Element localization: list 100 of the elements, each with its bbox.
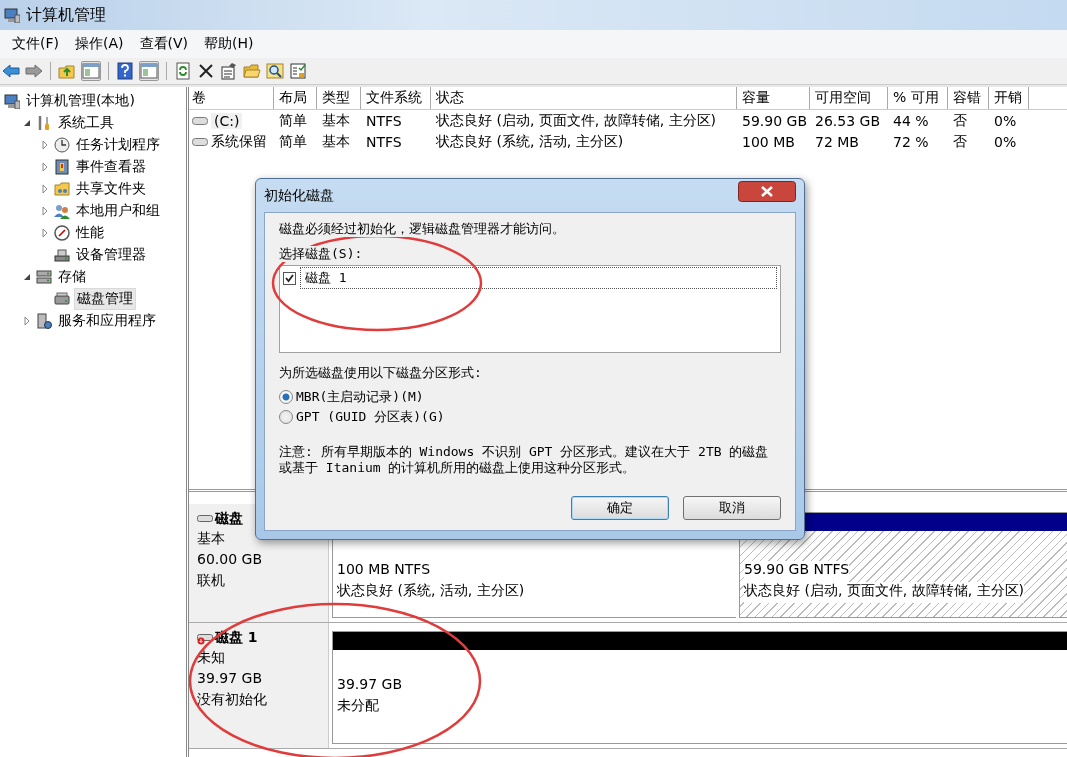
disk-drive-icon [54,291,70,307]
tree-item[interactable]: 性能 [74,223,106,243]
column-header[interactable]: 类型 [317,87,361,109]
close-icon[interactable] [738,181,796,202]
list-item[interactable]: 磁盘 1 [300,267,777,289]
collapsed-triangle-icon[interactable] [40,206,50,216]
collapsed-triangle-icon[interactable] [40,184,50,194]
collapsed-triangle-icon[interactable] [40,162,50,172]
computer-icon [4,7,20,23]
table-cell: (C:) [211,112,243,129]
drive-icon [192,136,208,147]
column-header[interactable]: 文件系统 [361,87,431,109]
gauge-icon [54,225,70,241]
menu-item[interactable]: 操作(A) [67,35,132,53]
column-header[interactable]: 状态 [431,87,737,109]
shared-folder-icon [54,181,70,197]
expanded-triangle-icon[interactable] [22,118,32,128]
drive-icon [192,115,208,126]
disk-type: 基本 [197,530,226,548]
tree-item[interactable]: 服务和应用程序 [56,311,158,331]
radio-button[interactable] [279,390,293,404]
table-cell-text: 44 % [892,112,930,129]
open-folder-icon[interactable] [243,62,261,80]
clock-icon [54,137,70,153]
table-cell-text: 0% [993,112,1018,129]
computer-icon [4,93,20,109]
pane-icon[interactable] [81,61,101,81]
tree-item[interactable]: 系统工具 [56,113,116,133]
column-header[interactable]: % 可用 [888,87,948,109]
table-cell-text: 状态良好 (启动, 页面文件, 故障转储, 主分区) [435,111,718,130]
forward-arrow-icon[interactable] [25,62,43,80]
back-arrow-icon[interactable] [2,62,20,80]
column-header[interactable]: 卷 [189,87,274,109]
tree-item[interactable]: 共享文件夹 [74,179,148,199]
column-header[interactable]: 开销 [989,87,1029,109]
table-cell-text: 59.90 GB [741,112,808,129]
users-icon [54,203,70,219]
table-cell-text: 简单 [278,111,308,130]
disk-size: 39.97 GB [197,670,263,688]
column-header[interactable]: 容错 [948,87,989,109]
magnifier-icon[interactable] [266,62,284,80]
list-label: 选择磁盘(S): [279,246,363,262]
disk-status: 没有初始化 [197,691,268,709]
partition-size: 59.90 GB NTFS [744,561,850,582]
dialog-button[interactable]: 取消 [683,496,781,520]
help-icon[interactable] [116,62,134,80]
dialog-button[interactable]: 确定 [571,496,669,520]
check-icon [285,273,294,283]
tree-item[interactable]: 任务计划程序 [74,135,162,155]
pane-icon[interactable] [139,61,159,81]
partition-status: 未分配 [337,697,380,715]
partition-status: 状态良好 (启动, 页面文件, 故障转储, 主分区) [744,582,1025,603]
tree-item[interactable]: 事件查看器 [74,157,148,177]
table-cell-text: NTFS [365,133,403,150]
table-cell-text: 72 MB [814,133,860,150]
table-cell-text: 0% [993,133,1018,150]
window-title: 计算机管理 [26,4,106,26]
disk-status: 联机 [197,572,226,590]
table-cell-text: 基本 [321,111,351,130]
table-cell-text: 简单 [278,132,308,151]
collapsed-triangle-icon[interactable] [40,140,50,150]
device-icon [54,247,70,263]
x-icon[interactable] [197,62,215,80]
storage-icon [36,269,52,285]
partition-style-label: 为所选磁盘使用以下磁盘分区形式: [279,365,482,381]
tree-item[interactable]: 设备管理器 [74,245,148,265]
table-cell-text: 基本 [321,132,351,151]
table-cell-text: 否 [952,111,968,130]
checkbox[interactable] [283,271,296,285]
menu-item[interactable]: 文件(F) [4,35,67,53]
report-icon[interactable] [289,62,307,80]
table-cell-text: 状态良好 (系统, 活动, 主分区) [435,132,625,151]
tree-item[interactable]: 计算机管理(本地) [24,91,137,111]
radio-label: GPT (GUID 分区表)(G) [296,408,445,426]
tree-item[interactable]: 本地用户和组 [74,201,162,221]
event-log-icon [54,159,70,175]
table-cell-text: 100 MB [741,133,796,150]
column-header[interactable]: 布局 [274,87,317,109]
column-header[interactable]: 容量 [737,87,810,109]
column-header[interactable]: 可用空间 [810,87,888,109]
disk-name: 磁盘 [215,510,243,528]
table-cell-text: 72 % [892,133,930,150]
expanded-triangle-icon[interactable] [22,272,32,282]
partition-size: 100 MB NTFS [337,561,432,579]
properties-icon[interactable] [220,62,238,80]
table-cell-text: 否 [952,132,968,151]
collapsed-triangle-icon[interactable] [40,228,50,238]
partition-size: 39.97 GB [337,676,403,694]
tree-item[interactable]: 磁盘管理 [74,288,136,310]
refresh-icon[interactable] [174,62,192,80]
menu-item[interactable]: 查看(V) [131,35,196,53]
server-gear-icon [36,313,52,329]
wrench-screwdriver-icon [36,115,52,131]
radio-button[interactable] [279,410,293,424]
partition-block[interactable]: 39.97 GB 未分配 [332,631,1067,744]
table-cell-text: 26.53 GB [814,112,881,129]
collapsed-triangle-icon[interactable] [22,316,32,326]
folder-up-icon[interactable] [58,62,76,80]
menu-item[interactable]: 帮助(H) [196,35,262,53]
tree-item[interactable]: 存储 [56,267,88,287]
